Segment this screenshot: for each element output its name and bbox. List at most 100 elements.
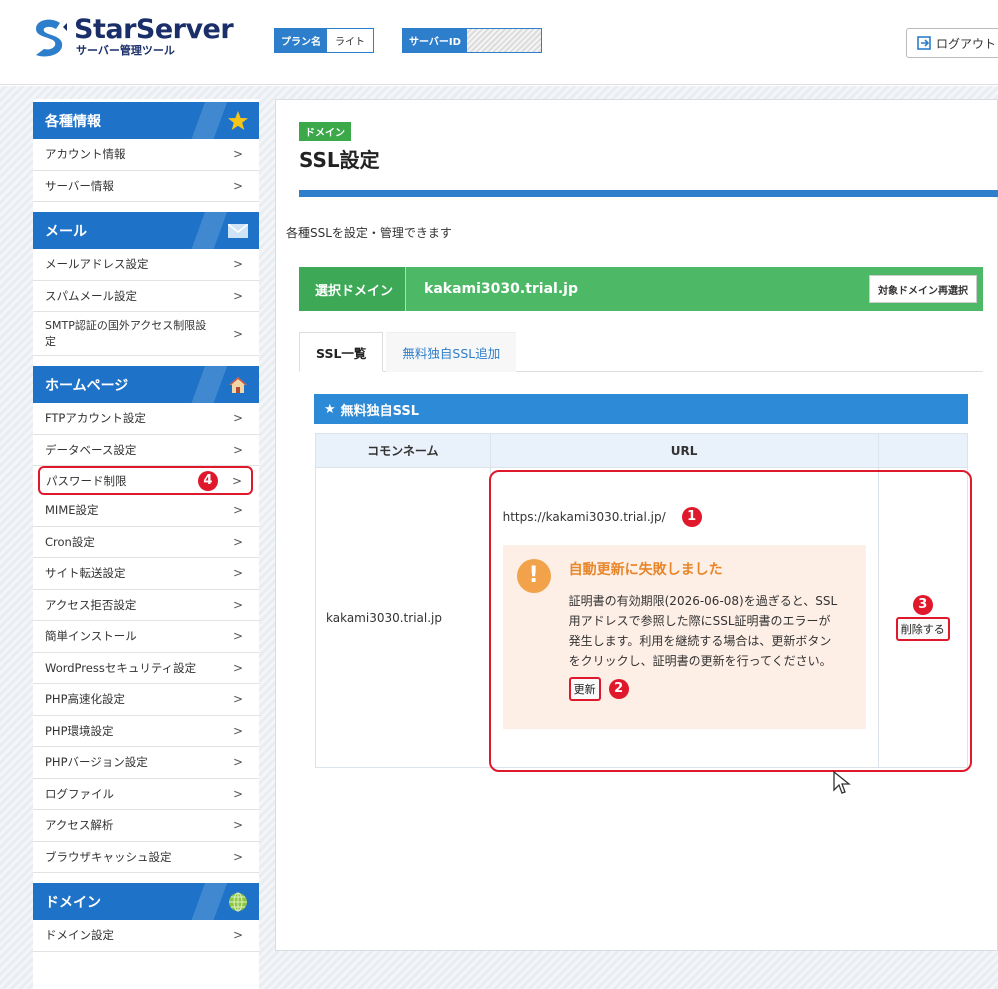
chevron-right-icon: > (232, 818, 243, 833)
page-description: 各種SSLを設定・管理できます (286, 226, 452, 240)
sidebar-item-label: ドメイン設定 (45, 928, 114, 943)
reselect-domain-button[interactable]: 対象ドメイン再選択 (869, 275, 977, 303)
chevron-right-icon: > (232, 597, 243, 612)
sidebar-item-label: サーバー情報 (45, 178, 114, 193)
chevron-right-icon: > (231, 473, 242, 488)
sidebar-item-label: スパムメール設定 (45, 288, 137, 303)
sidebar-section-homepage: ホームページ (33, 366, 259, 403)
chevron-right-icon: > (232, 629, 243, 644)
plan-info: プラン名 ライト (274, 28, 374, 53)
logout-button[interactable]: ログアウト (906, 28, 998, 58)
sidebar-item-label: ログファイル (45, 786, 114, 801)
logout-icon (917, 36, 931, 50)
tabs: SSL一覧 無料独自SSL追加 (299, 332, 983, 372)
sidebar-item-account[interactable]: アカウント情報 > (33, 139, 259, 171)
sidebar-item-spam[interactable]: スパムメール設定 > (33, 281, 259, 312)
tab-ssl-list[interactable]: SSL一覧 (299, 332, 384, 372)
sidebar-item-ftp[interactable]: FTPアカウント設定 > (33, 403, 259, 435)
server-id-info: サーバーID (402, 28, 542, 53)
sidebar-item-password[interactable]: パスワード制限 4 > (38, 466, 253, 495)
sidebar-item-access-deny[interactable]: アクセス拒否設定 > (33, 590, 259, 621)
sidebar-item-server[interactable]: サーバー情報 > (33, 171, 259, 202)
section-title: ホームページ (45, 377, 129, 394)
home-icon (227, 374, 249, 396)
sidebar-section-mail: メール (33, 212, 259, 249)
sidebar-item-label: アクセス拒否設定 (45, 597, 137, 612)
sidebar-item-analytics[interactable]: アクセス解析 > (33, 810, 259, 842)
sidebar-item-label: WordPressセキュリティ設定 (45, 660, 197, 675)
plan-value: ライト (327, 29, 373, 52)
sidebar-item-label: FTPアカウント設定 (45, 411, 146, 426)
chevron-right-icon: > (232, 849, 243, 864)
sidebar-item-label: SMTP認証の国外アクセス制限設定 (45, 318, 207, 348)
mouse-cursor-icon (833, 770, 851, 794)
chevron-right-icon: > (232, 503, 243, 518)
sidebar-item-php-speed[interactable]: PHP高速化設定 > (33, 684, 259, 716)
sidebar-item-logfile[interactable]: ログファイル > (33, 779, 259, 810)
sidebar-item-php-env[interactable]: PHP環境設定 > (33, 716, 259, 747)
sidebar-item-label: メールアドレス設定 (45, 257, 149, 272)
sidebar-item-cron[interactable]: Cron設定 > (33, 527, 259, 558)
plan-label: プラン名 (275, 29, 327, 52)
star-icon: ★ (324, 401, 336, 417)
common-name-cell: kakami3030.trial.jp (315, 467, 491, 768)
sidebar-item-mime[interactable]: MIME設定 > (33, 495, 259, 527)
sidebar-item-php-version[interactable]: PHPバージョン設定 > (33, 747, 259, 779)
tab-add-free-ssl[interactable]: 無料独自SSL追加 (386, 332, 517, 372)
chevron-right-icon: > (232, 566, 243, 581)
column-header-common-name: コモンネーム (315, 433, 491, 468)
sidebar-item-label: ブラウザキャッシュ設定 (45, 849, 172, 864)
chevron-right-icon: > (232, 288, 243, 303)
selected-domain-value: kakami3030.trial.jp (424, 281, 578, 297)
page-title: SSL設定 (299, 148, 380, 172)
logo[interactable]: StarServer サーバー管理ツール (30, 16, 234, 57)
sidebar-item-smtp[interactable]: SMTP認証の国外アクセス制限設定 > (33, 312, 259, 356)
sidebar-section-info: 各種情報 (33, 102, 259, 139)
chevron-right-icon: > (232, 755, 243, 770)
category-tag: ドメイン (299, 122, 351, 141)
sidebar-item-label: 簡単インストール (45, 629, 137, 644)
sidebar-item-label: パスワード制限 (46, 473, 127, 488)
sidebar-item-database[interactable]: データベース設定 > (33, 435, 259, 466)
selected-domain-label: 選択ドメイン (299, 267, 407, 311)
logo-subtitle: サーバー管理ツール (76, 44, 175, 57)
section-title: メール (45, 223, 87, 240)
column-header-url: URL (489, 433, 879, 468)
sidebar-item-label: PHP高速化設定 (45, 692, 126, 707)
sidebar-item-wp-security[interactable]: WordPressセキュリティ設定 > (33, 653, 259, 684)
sidebar-item-redirect[interactable]: サイト転送設定 > (33, 558, 259, 590)
title-divider (299, 190, 998, 197)
server-id-label: サーバーID (403, 29, 467, 52)
globe-icon (227, 891, 249, 913)
sidebar-item-easy-install[interactable]: 簡単インストール > (33, 621, 259, 653)
sidebar-item-domain-settings[interactable]: ドメイン設定 > (33, 920, 259, 952)
sidebar-item-label: PHP環境設定 (45, 723, 114, 738)
star-icon (227, 110, 249, 132)
ssl-section-title: 無料独自SSL (340, 403, 420, 419)
chevron-right-icon: > (232, 442, 243, 457)
sidebar-item-label: データベース設定 (45, 442, 137, 457)
chevron-right-icon: > (232, 723, 243, 738)
sidebar-item-mail-address[interactable]: メールアドレス設定 > (33, 249, 259, 281)
sidebar-item-label: サイト転送設定 (45, 566, 126, 581)
sidebar-item-label: MIME設定 (45, 503, 99, 518)
sidebar-item-browser-cache[interactable]: ブラウザキャッシュ設定 > (33, 842, 259, 873)
mail-icon (227, 220, 249, 242)
header: StarServer サーバー管理ツール プラン名 ライト サーバーID ログア… (0, 0, 998, 85)
chevron-right-icon: > (232, 692, 243, 707)
selected-domain-bar: 選択ドメイン kakami3030.trial.jp 対象ドメイン再選択 (299, 267, 983, 311)
section-title: ドメイン (45, 894, 101, 911)
chevron-right-icon: > (232, 326, 243, 341)
chevron-right-icon: > (232, 257, 243, 272)
sidebar-item-label: PHPバージョン設定 (45, 755, 148, 770)
logo-s-icon (30, 17, 68, 57)
sidebar-section-domain: ドメイン (33, 883, 259, 920)
sidebar-item-label: Cron設定 (45, 534, 95, 549)
column-header-action (877, 433, 968, 468)
server-id-value-masked (466, 29, 541, 52)
chevron-right-icon: > (232, 660, 243, 675)
main-panel: ドメイン SSL設定 各種SSLを設定・管理できます 選択ドメイン kakami… (275, 99, 998, 951)
chevron-right-icon: > (232, 928, 243, 943)
highlight-annotation-box (489, 470, 972, 772)
chevron-right-icon: > (232, 147, 243, 162)
